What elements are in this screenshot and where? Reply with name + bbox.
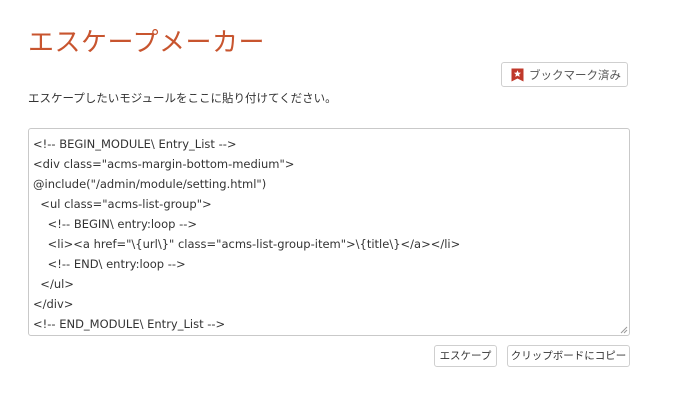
bookmark-label: ブックマーク済み bbox=[529, 67, 621, 82]
escape-maker-page: エスケープメーカー ブックマーク済み エスケープしたいモジュールをここに貼り付け… bbox=[0, 0, 680, 411]
code-line: <!-- BEGIN_MODULE\ Entry_List --> bbox=[33, 137, 237, 151]
instructions-text: エスケープしたいモジュールをここに貼り付けてください。 bbox=[28, 91, 337, 105]
bookmark-button[interactable]: ブックマーク済み bbox=[501, 62, 628, 87]
code-line: </div> bbox=[33, 297, 74, 311]
resize-handle-icon[interactable] bbox=[619, 325, 628, 334]
code-line: <li><a href="\{url\}" class="acms-list-g… bbox=[33, 237, 461, 251]
code-line: @include("/admin/module/setting.html") bbox=[33, 177, 267, 191]
code-line: </ul> bbox=[33, 277, 74, 291]
code-lines: <!-- BEGIN_MODULE\ Entry_List --> <div cl… bbox=[33, 134, 625, 334]
module-code-textarea[interactable]: <!-- BEGIN_MODULE\ Entry_List --> <div cl… bbox=[28, 128, 630, 336]
bookmark-star-icon bbox=[511, 68, 524, 81]
page-title: エスケープメーカー bbox=[28, 28, 265, 58]
code-line: <!-- BEGIN\ entry:loop --> bbox=[33, 217, 198, 231]
code-line: <!-- END_MODULE\ Entry_List --> bbox=[33, 317, 226, 331]
code-line: <div class="acms-margin-bottom-medium"> bbox=[33, 157, 295, 171]
code-line: <ul class="acms-list-group"> bbox=[33, 197, 212, 211]
code-line: <!-- END\ entry:loop --> bbox=[33, 257, 186, 271]
escape-button[interactable]: エスケープ bbox=[434, 345, 497, 367]
copy-to-clipboard-button[interactable]: クリップボードにコピー bbox=[507, 345, 630, 367]
